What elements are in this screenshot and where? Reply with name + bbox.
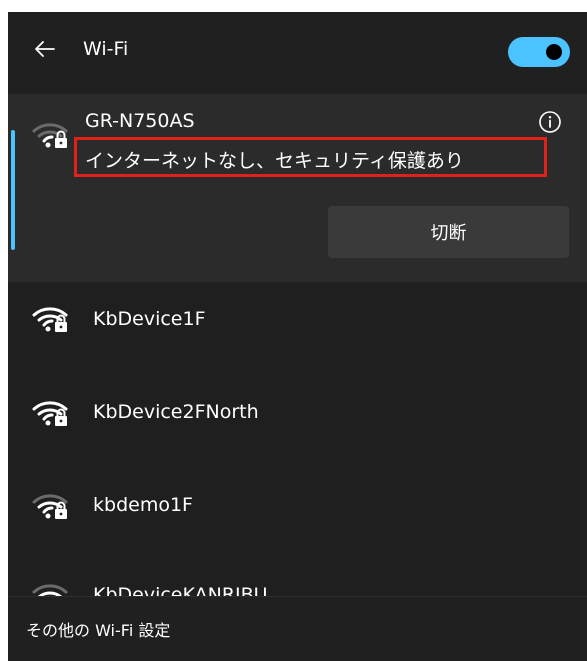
info-icon[interactable] [538, 110, 562, 134]
status-highlight-box [74, 137, 547, 177]
disconnect-button[interactable]: 切断 [328, 206, 569, 258]
wifi-secured-icon [32, 307, 68, 332]
wifi-flyout: Wi-Fi GR-N750AS インターネットなし、セキュリティ保護あり 切断 … [8, 12, 587, 661]
network-item-kbdevice1f[interactable]: KbDevice1F [93, 308, 206, 330]
more-wifi-settings-link[interactable]: その他の Wi-Fi 設定 [26, 617, 170, 641]
network-name: GR-N750AS [85, 110, 195, 132]
selection-indicator [11, 130, 15, 250]
wifi-secured-icon [32, 123, 68, 148]
wifi-secured-icon [32, 401, 68, 426]
wifi-toggle[interactable] [508, 37, 570, 67]
arrow-left-icon[interactable] [34, 38, 56, 60]
network-item-kbdemo1f[interactable]: kbdemo1F [93, 494, 193, 516]
toggle-knob [546, 44, 562, 60]
flyout-footer: その他の Wi-Fi 設定 [8, 596, 587, 661]
network-item-kbdevice2fnorth[interactable]: KbDevice2FNorth [93, 401, 259, 423]
wifi-header: Wi-Fi [8, 12, 587, 94]
wifi-secured-icon [32, 494, 68, 519]
page-title: Wi-Fi [83, 38, 129, 60]
